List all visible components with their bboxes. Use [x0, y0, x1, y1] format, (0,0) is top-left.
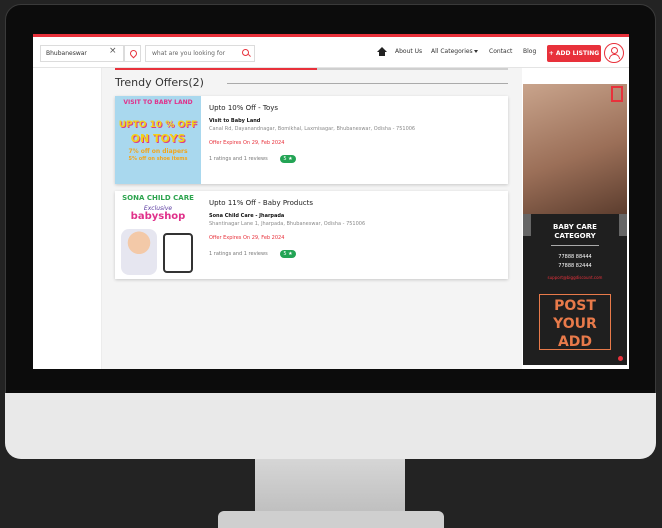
- offer-expiry: Offer Expires On 29, Feb 2024: [209, 235, 285, 241]
- nav-all-categories-label: All Categories: [431, 48, 473, 55]
- ad-subheading: CATEGORY: [554, 232, 596, 240]
- offer-image-text: UPTO 10 % OFF: [118, 120, 198, 130]
- chevron-down-icon: [473, 50, 478, 53]
- ad-indicator-dot: [618, 356, 623, 361]
- baby-photo: [121, 229, 157, 275]
- ad-divider: [551, 245, 599, 246]
- offer-card[interactable]: VISIT TO BABY LAND UPTO 10 % OFF ON TOYS…: [115, 96, 508, 184]
- stroller-photo: [163, 233, 193, 273]
- active-tab-indicator: [115, 68, 317, 70]
- post-line: ADD: [557, 334, 593, 350]
- ad-banner[interactable]: BABY CARE CATEGORY 77888 88444 77888 824…: [523, 84, 627, 365]
- offer-card[interactable]: SONA CHILD CARE Exclusive babyshop Upto …: [115, 191, 508, 279]
- offer-image-text: babyshop: [130, 211, 186, 222]
- ad-phone: 77888 82444: [558, 263, 592, 269]
- left-filter-panel: [33, 68, 102, 369]
- nav-about-us[interactable]: About Us: [395, 48, 422, 55]
- rating-badge: 5 ★: [280, 155, 296, 163]
- nav-all-categories[interactable]: All Categories: [431, 48, 478, 55]
- home-icon[interactable]: [377, 47, 387, 57]
- ad-heading: BABY CARE: [553, 223, 597, 231]
- search-input[interactable]: what are you looking for: [145, 45, 255, 62]
- screen: Bhubaneswar × what are you looking for A…: [33, 34, 629, 369]
- monitor-base: [218, 511, 444, 528]
- locate-button[interactable]: [124, 45, 141, 62]
- business-address: Shantinagar Lane 1, Jharpada, Bhubaneswa…: [209, 221, 366, 227]
- business-name[interactable]: Sona Child Care - Jharpada: [209, 213, 284, 219]
- bookmark-icon[interactable]: [611, 86, 623, 102]
- offer-title[interactable]: Upto 11% Off - Baby Products: [209, 199, 313, 207]
- rating-badge: 5 ★: [280, 250, 296, 258]
- title-divider: [227, 83, 508, 84]
- main-content: Trendy Offers(2) VISIT TO BABY LAND UPTO…: [102, 68, 522, 369]
- offer-image-baby-land[interactable]: VISIT TO BABY LAND UPTO 10 % OFF ON TOYS…: [115, 96, 201, 184]
- offer-image-sona-child-care[interactable]: SONA CHILD CARE Exclusive babyshop: [115, 191, 201, 279]
- user-icon: [611, 47, 618, 54]
- search-icon[interactable]: [242, 49, 249, 56]
- offer-image-text: 7% off on diapers: [128, 148, 188, 155]
- ad-phone: 77888 88444: [558, 254, 592, 260]
- map-pin-icon: [128, 48, 139, 59]
- offer-image-text: SONA CHILD CARE: [122, 194, 194, 202]
- navbar: Bhubaneswar × what are you looking for A…: [33, 37, 629, 68]
- business-name[interactable]: Visit to Baby Land: [209, 118, 260, 124]
- ratings-reviews: 1 ratings and 1 reviews: [209, 251, 268, 257]
- offer-image-text: 5% off on shoe items: [128, 156, 188, 162]
- section-title: Trendy Offers(2): [115, 76, 204, 89]
- ratings-reviews: 1 ratings and 1 reviews: [209, 156, 268, 162]
- post-your-add-box[interactable]: POST YOUR ADD: [539, 294, 611, 350]
- post-line: YOUR: [553, 316, 597, 332]
- ad-email: support@biggdiscount.com: [547, 275, 603, 280]
- offer-image-text: ON TOYS: [130, 132, 186, 145]
- offer-title[interactable]: Upto 10% Off - Toys: [209, 104, 278, 112]
- ad-hands-photo: [523, 84, 627, 214]
- offer-expiry: Offer Expires On 29, Feb 2024: [209, 140, 285, 146]
- monitor-chin: [5, 393, 656, 459]
- add-listing-button[interactable]: + ADD LISTING: [547, 45, 601, 62]
- business-address: Canal Rd, Dayanandnagar, Bomikhal, Laxmi…: [209, 126, 416, 132]
- post-line: POST: [554, 298, 596, 314]
- user-account-button[interactable]: [604, 43, 624, 63]
- nav-blog[interactable]: Blog: [523, 48, 536, 55]
- monitor-stand: [255, 459, 405, 517]
- nav-contact[interactable]: Contact: [489, 48, 512, 55]
- clear-location-icon[interactable]: ×: [109, 46, 117, 56]
- offer-image-text: VISIT TO BABY LAND: [123, 99, 193, 106]
